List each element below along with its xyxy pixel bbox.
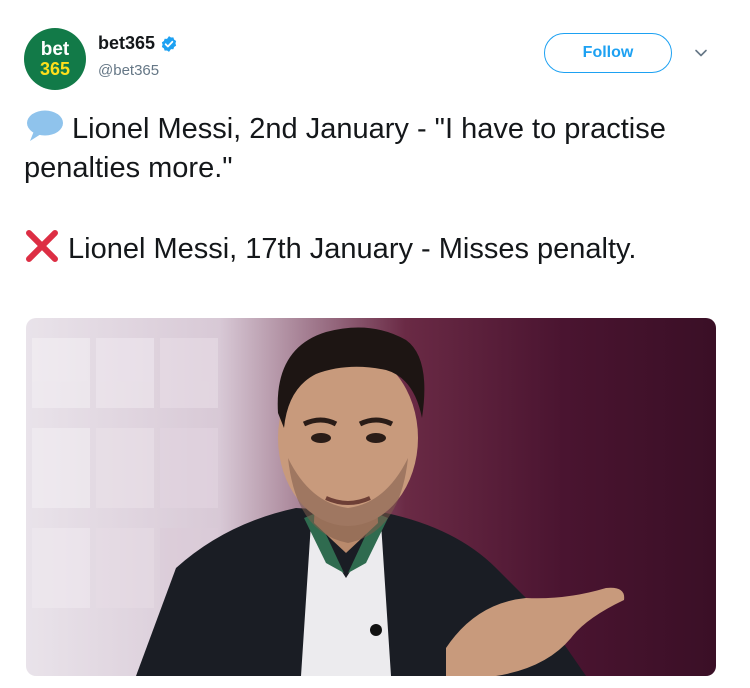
tweet-line-1: Lionel Messi, 2nd January - "I have to p… bbox=[24, 109, 714, 188]
handle[interactable]: @bet365 bbox=[98, 62, 159, 79]
tweet-line-2: Lionel Messi, 17th January - Misses pena… bbox=[24, 229, 714, 269]
name-row: bet365 bbox=[98, 33, 178, 54]
avatar-text-365: 365 bbox=[39, 59, 71, 79]
chevron-down-icon[interactable] bbox=[694, 46, 708, 60]
avatar-text-bet: bet bbox=[40, 39, 70, 60]
display-name[interactable]: bet365 bbox=[98, 33, 155, 54]
cross-mark-icon bbox=[26, 230, 58, 262]
photo-illustration bbox=[32, 327, 625, 676]
avatar[interactable]: bet 365 bbox=[24, 28, 86, 90]
tweet-line-1-text: Lionel Messi, 2nd January - "I have to p… bbox=[24, 113, 666, 184]
tweet-photo[interactable] bbox=[26, 318, 716, 676]
verified-badge-icon bbox=[161, 35, 177, 52]
speech-bubble-icon bbox=[27, 110, 63, 141]
follow-button[interactable]: Follow bbox=[544, 33, 672, 73]
tweet-line-2-text: Lionel Messi, 17th January - Misses pena… bbox=[68, 233, 637, 265]
